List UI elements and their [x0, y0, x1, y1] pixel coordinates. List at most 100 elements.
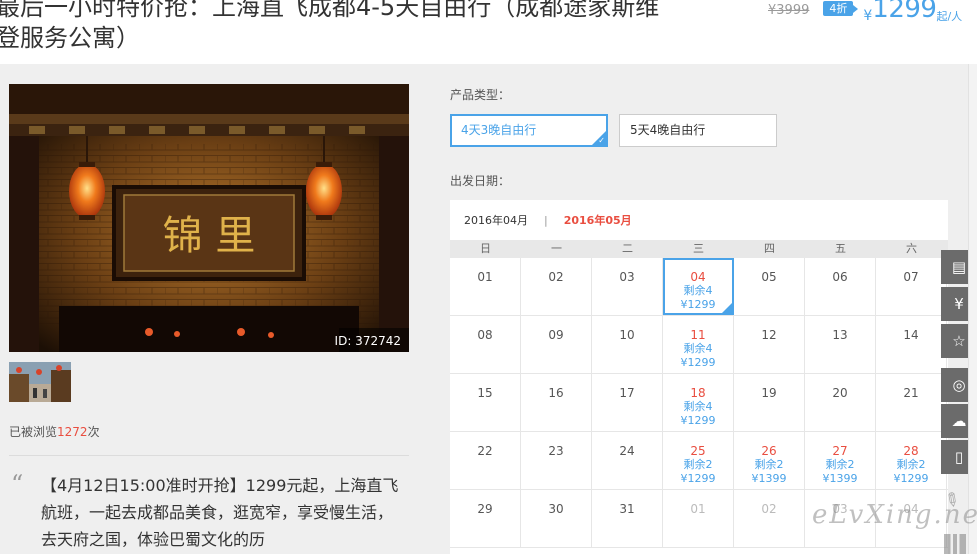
day-price: ¥1399	[822, 472, 858, 485]
weekday-label: 一	[551, 242, 562, 255]
calendar-month-tabs: 2016年04月 | 2016年05月	[450, 200, 948, 240]
calendar-day: 22	[450, 432, 521, 489]
calendar-day: 09	[521, 316, 592, 373]
day-number: 07	[903, 270, 919, 284]
calendar-day: 17	[592, 374, 663, 431]
price-area: ¥3999 4折 ¥ 1299 起/人	[768, 0, 962, 28]
calendar-day: 02	[734, 490, 805, 547]
calendar-day-available[interactable]: 04 剩余4 ¥1299	[663, 258, 734, 315]
remaining-seats: 剩余2	[754, 458, 784, 471]
weekday-label: 三	[693, 242, 704, 255]
calendar-day: 21	[876, 374, 947, 431]
day-number: 27	[832, 444, 848, 458]
photo-id: ID: 372742	[335, 334, 401, 348]
calendar-day-available[interactable]: 18 剩余4 ¥1299	[663, 374, 734, 431]
calendar-week-row: 22 23 24 25 剩余2 ¥1299 26 剩余2 ¥1399 27 剩余2 ¥1399 28 剩余…	[450, 432, 948, 490]
day-number: 04	[690, 270, 706, 284]
day-number: 13	[832, 328, 848, 342]
day-number: 24	[619, 444, 635, 458]
remaining-seats: 剩余2	[896, 458, 926, 471]
month-tab-may[interactable]: 2016年05月	[564, 212, 632, 228]
departure-date-label: 出发日期：	[450, 174, 511, 188]
day-number: 22	[477, 444, 493, 458]
calendar-day: 12	[734, 316, 805, 373]
month-tab-april[interactable]: 2016年04月	[464, 212, 528, 228]
divider	[9, 455, 409, 456]
view-count-suffix: 次	[87, 425, 100, 439]
calendar-day: 05	[734, 258, 805, 315]
day-price: ¥1299	[680, 356, 716, 369]
product-title: 最后一小时特价抢：上海直飞成都4-5天自由行（成都途家斯维 登服务公寓）	[0, 0, 736, 54]
day-number: 15	[477, 386, 493, 400]
price-unit: 起/人	[936, 10, 963, 23]
weekday-label: 六	[906, 242, 917, 255]
day-number: 30	[548, 502, 564, 516]
calendar-week-row: 01 02 03 04 剩余4 ¥1299 05 06 07	[450, 258, 948, 316]
product-type-label: 产品类型：	[450, 88, 511, 102]
calendar-day: 20	[805, 374, 876, 431]
scrollbar[interactable]	[968, 64, 977, 554]
product-title-line1: 最后一小时特价抢：上海直飞成都4-5天自由行（成都途家斯维	[0, 0, 660, 21]
calendar-day: 24	[592, 432, 663, 489]
weekday-label: 二	[622, 242, 633, 255]
product-description: 【4月12日15:00准时开抢】1299元起，上海直飞航班，一起去成都品美食，逛…	[41, 476, 399, 549]
street-thumbnail-image	[9, 362, 71, 402]
weekday-header: 日 一 二 三 四 五 六	[450, 240, 948, 258]
product-type-option-1[interactable]: 4天3晚自由行 ✓	[450, 114, 608, 147]
day-price: ¥1299	[893, 472, 929, 485]
check-icon: ✓	[598, 136, 605, 145]
day-number: 08	[477, 328, 493, 342]
calendar-day: 30	[521, 490, 592, 547]
sign-text: 锦 里	[163, 213, 256, 259]
product-type-option-2[interactable]: 5天4晚自由行	[619, 114, 777, 147]
day-price: ¥1299	[680, 414, 716, 427]
calendar-day: 15	[450, 374, 521, 431]
calendar-day-available[interactable]: 28 剩余2 ¥1299	[876, 432, 947, 489]
day-number: 25	[690, 444, 706, 458]
calendar-day: 10	[592, 316, 663, 373]
calendar-day: 01	[663, 490, 734, 547]
view-count-prefix: 已被浏览	[9, 425, 58, 439]
day-number: 12	[761, 328, 777, 342]
remaining-seats: 剩余4	[683, 284, 713, 297]
calendar-day-available[interactable]: 25 剩余2 ¥1299	[663, 432, 734, 489]
calendar-day: 29	[450, 490, 521, 547]
month-separator: |	[544, 213, 548, 227]
product-title-line2: 登服务公寓）	[0, 24, 140, 52]
calendar-day-available[interactable]: 27 剩余2 ¥1399	[805, 432, 876, 489]
calendar-week-row: 08 09 10 11 剩余4 ¥1299 12 13 14	[450, 316, 948, 374]
day-number: 21	[903, 386, 919, 400]
calendar-day: 01	[450, 258, 521, 315]
remaining-seats: 剩余2	[825, 458, 855, 471]
calendar-week-row: 15 16 17 18 剩余4 ¥1299 19 20 21	[450, 374, 948, 432]
day-number: 29	[477, 502, 493, 516]
day-number: 10	[619, 328, 635, 342]
day-price: ¥1299	[680, 472, 716, 485]
day-number: 09	[548, 328, 564, 342]
view-count: 已被浏览1272次	[9, 423, 100, 440]
day-number: 17	[619, 386, 635, 400]
calendar-day: 31	[592, 490, 663, 547]
calendar-day: 19	[734, 374, 805, 431]
day-number: 18	[690, 386, 706, 400]
day-number: 23	[548, 444, 564, 458]
day-number: 01	[690, 502, 706, 516]
main-photo[interactable]: 锦 里 ID: 372742	[9, 84, 409, 352]
currency-symbol: ¥	[863, 8, 873, 24]
thumbnail-1[interactable]	[9, 362, 71, 402]
day-number: 31	[619, 502, 635, 516]
qr-code-icon[interactable]	[944, 534, 966, 554]
day-number: 11	[690, 328, 706, 342]
day-number: 02	[761, 502, 777, 516]
view-count-number: 1272	[57, 425, 88, 439]
sale-price: 1299	[872, 0, 937, 24]
original-price: ¥3999	[768, 3, 810, 18]
day-number: 28	[903, 444, 919, 458]
day-number: 14	[903, 328, 919, 342]
day-number: 16	[548, 386, 564, 400]
calendar-day: 16	[521, 374, 592, 431]
calendar-day-available[interactable]: 11 剩余4 ¥1299	[663, 316, 734, 373]
remaining-seats: 剩余4	[683, 342, 713, 355]
calendar-day-available[interactable]: 26 剩余2 ¥1399	[734, 432, 805, 489]
remaining-seats: 剩余2	[683, 458, 713, 471]
